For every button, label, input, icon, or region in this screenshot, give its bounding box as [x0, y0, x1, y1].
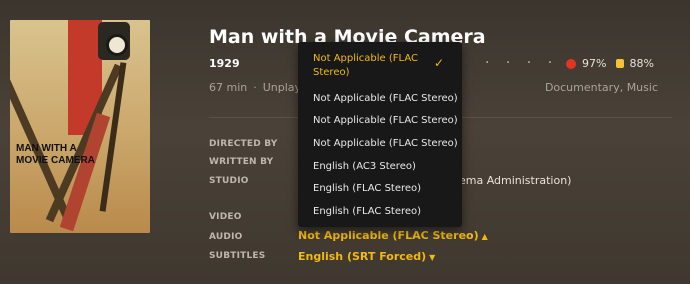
release-year: 1929	[209, 57, 240, 70]
label-audio: AUDIO	[209, 232, 243, 242]
audio-select[interactable]: Not Applicable (FLAC Stereo) ▲	[298, 229, 488, 242]
audio-option[interactable]: Not Applicable (FLAC Stereo)	[313, 52, 423, 80]
label-studio: STUDIO	[209, 176, 249, 186]
label-written-by: WRITTEN BY	[209, 157, 274, 167]
checkmark-icon: ✓	[434, 56, 445, 70]
label-subtitles: SUBTITLES	[209, 251, 266, 261]
runtime: 67 min	[209, 81, 248, 94]
movie-poster[interactable]: MAN WITH A MOVIE CAMERA	[10, 20, 150, 233]
poster-title-text: MAN WITH A MOVIE CAMERA	[16, 143, 95, 166]
watch-status: Unplay	[262, 81, 302, 94]
subtitles-select[interactable]: English (SRT Forced) ▼	[298, 250, 435, 263]
audio-select-value: Not Applicable (FLAC Stereo)	[298, 229, 479, 242]
popcorn-icon	[616, 59, 625, 68]
label-directed-by: DIRECTED BY	[209, 139, 278, 149]
audio-dropdown-menu: Not Applicable (FLAC Stereo) ✓ Not Appli…	[298, 42, 462, 227]
label-video: VIDEO	[209, 212, 242, 222]
critic-rating: 97%	[582, 57, 607, 70]
audio-option[interactable]: Not Applicable (FLAC Stereo)	[313, 137, 458, 151]
ratings: 97% 88%	[566, 57, 654, 70]
subtitles-select-value: English (SRT Forced)	[298, 250, 427, 263]
meta-line: 67 min · Unplay	[209, 81, 301, 94]
audio-option[interactable]: Not Applicable (FLAC Stereo)	[313, 92, 458, 106]
audio-option[interactable]: English (AC3 Stereo)	[313, 160, 416, 174]
audio-option[interactable]: Not Applicable (FLAC Stereo)	[313, 114, 458, 128]
studio-value: nema Administration)	[452, 174, 572, 187]
chevron-down-icon: ▼	[429, 253, 436, 262]
separator-dot: ·	[253, 81, 257, 94]
audience-rating: 88%	[629, 57, 654, 70]
audio-option[interactable]: English (FLAC Stereo)	[313, 205, 421, 219]
poster-lens-icon	[106, 34, 128, 56]
audio-option[interactable]: English (FLAC Stereo)	[313, 182, 421, 196]
genres: Documentary, Music	[544, 81, 658, 94]
tomato-icon	[566, 58, 576, 69]
more-options-dots[interactable]: · · · · ·	[485, 55, 579, 71]
chevron-up-icon: ▲	[481, 232, 488, 241]
